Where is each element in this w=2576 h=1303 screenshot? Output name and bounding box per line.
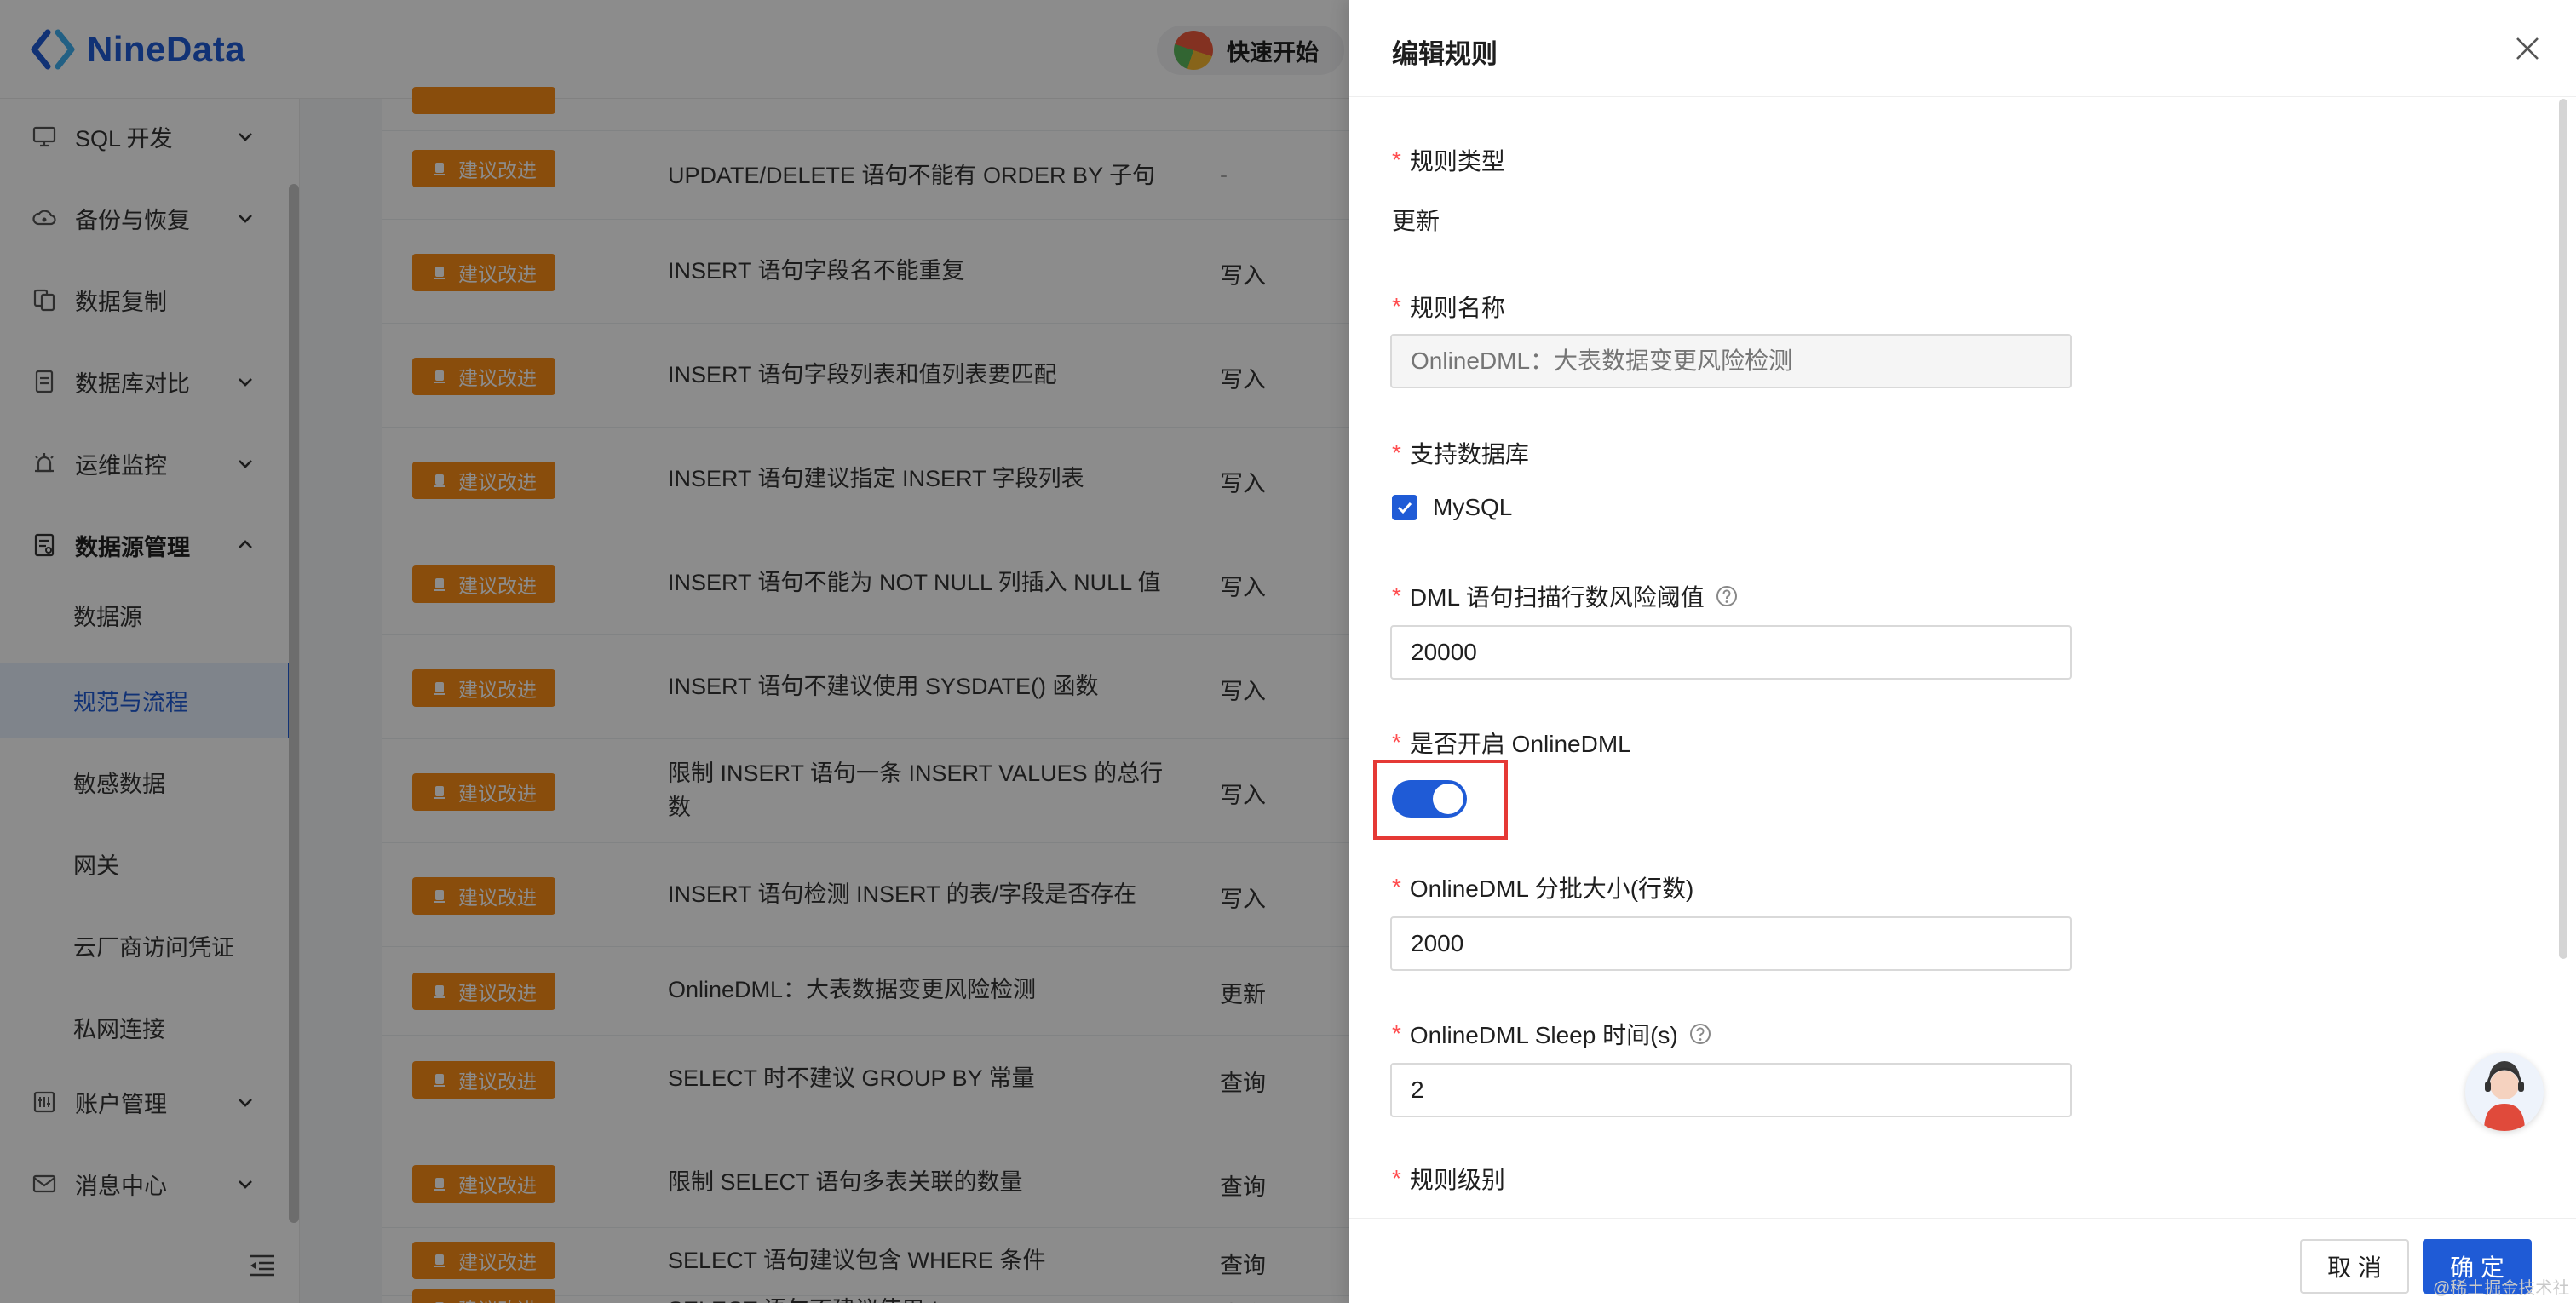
mysql-checkbox[interactable] (1392, 495, 1417, 520)
drawer-header: 编辑规则 (1349, 0, 2576, 97)
label-text: DML 语句扫描行数风险阈值 (1409, 584, 1705, 611)
label-text: 规则类型 (1409, 148, 1505, 175)
rule-level-label: * 规则级别 (1392, 1162, 1505, 1196)
scan-threshold-label: * DML 语句扫描行数风险阈值 (1392, 579, 1739, 613)
required-mark: * (1392, 1165, 1401, 1191)
required-mark: * (1392, 583, 1401, 609)
required-mark: * (1392, 729, 1401, 755)
label-text: OnlineDML 分批大小(行数) (1409, 875, 1694, 902)
required-mark: * (1392, 293, 1401, 319)
batch-size-label: * OnlineDML 分批大小(行数) (1392, 870, 1693, 904)
batch-size-input[interactable] (1390, 916, 2072, 971)
label-text: 支持数据库 (1409, 441, 1529, 468)
label-text: 规则名称 (1409, 295, 1505, 321)
rule-type-label: * 规则类型 (1392, 143, 1505, 177)
drawer-scrollbar[interactable] (2559, 99, 2567, 959)
sleep-time-label: * OnlineDML Sleep 时间(s) (1392, 1017, 1712, 1051)
drawer-body: * 规则类型 更新 * 规则名称 * 支持数据库 MySQL * DML 语句扫描行数风… (1349, 97, 2576, 1218)
check-icon (1397, 502, 1412, 514)
drawer-title: 编辑规则 (1392, 39, 1498, 69)
required-mark: * (1392, 146, 1401, 173)
question-circle-icon[interactable] (1688, 1022, 1712, 1046)
edit-rule-drawer: 编辑规则 * 规则类型 更新 * 规则名称 * 支持数据库 MySQL * DML 语句… (1349, 0, 2576, 1303)
watermark: @稀土掘金技术社区 (2433, 1279, 2570, 1298)
question-circle-icon[interactable] (1715, 584, 1739, 608)
online-dml-toggle[interactable] (1392, 780, 1467, 818)
mysql-checkbox-row[interactable]: MySQL (1392, 494, 1512, 521)
rule-name-input[interactable] (1390, 334, 2072, 388)
customer-service-icon (2484, 1061, 2525, 1131)
close-icon[interactable] (2513, 34, 2542, 63)
required-mark: * (1392, 874, 1401, 900)
label-text: 规则级别 (1409, 1167, 1505, 1193)
mysql-label: MySQL (1433, 494, 1513, 520)
label-text: OnlineDML Sleep 时间(s) (1409, 1022, 1678, 1048)
support-agent-avatar[interactable] (2465, 1053, 2544, 1131)
required-mark: * (1392, 439, 1401, 466)
supported-db-label: * 支持数据库 (1392, 436, 1529, 470)
online-dml-label: * 是否开启 OnlineDML (1392, 726, 1631, 760)
drawer-footer: 取 消 确 定 (1349, 1218, 2576, 1303)
toggle-knob (1433, 784, 1463, 814)
sleep-time-input[interactable] (1390, 1063, 2072, 1117)
rule-type-value: 更新 (1392, 208, 1440, 234)
required-mark: * (1392, 1020, 1401, 1047)
label-text: 是否开启 OnlineDML (1409, 731, 1631, 757)
rule-name-label: * 规则名称 (1392, 290, 1505, 324)
scan-threshold-input[interactable] (1390, 625, 2072, 680)
modal-overlay[interactable] (0, 0, 1349, 1303)
cancel-button[interactable]: 取 消 (2300, 1239, 2409, 1294)
